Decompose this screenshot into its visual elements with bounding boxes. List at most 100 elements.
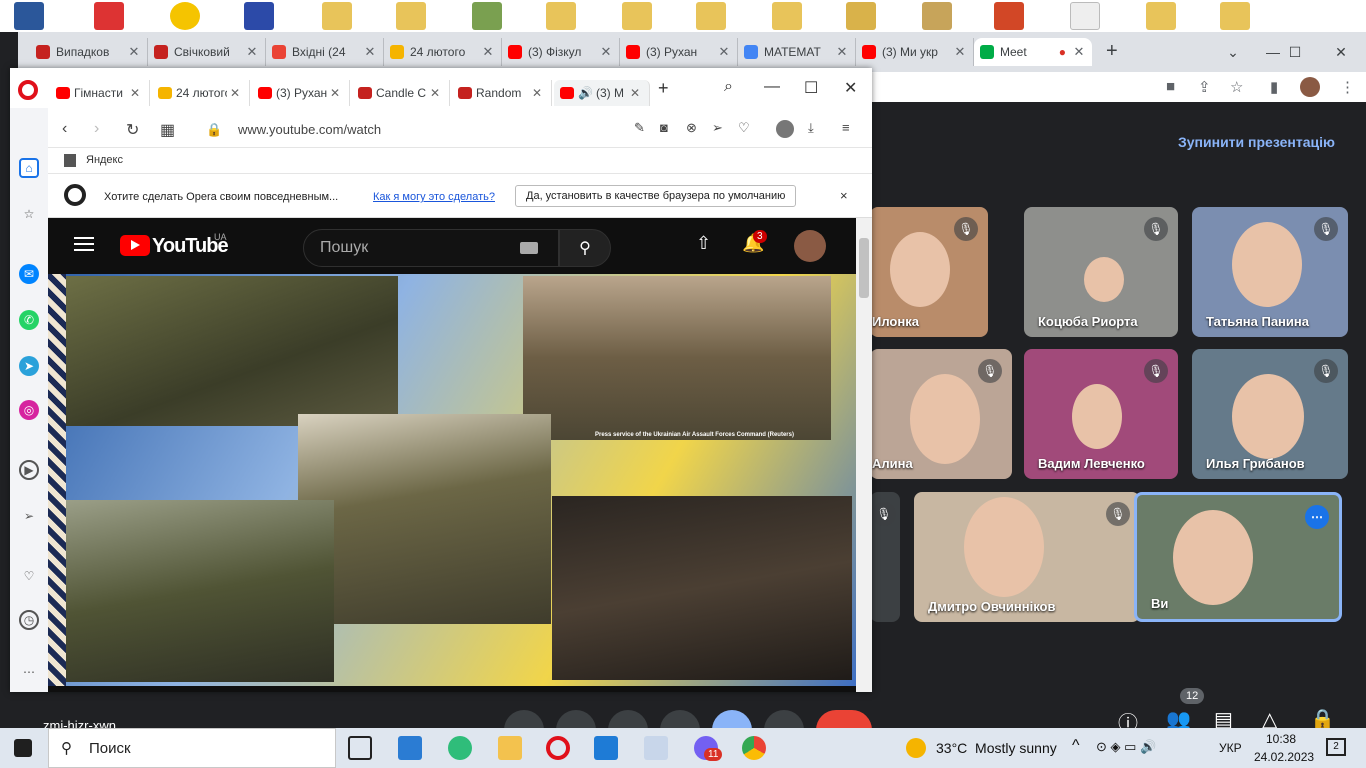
back-icon[interactable]: ‹ (62, 120, 67, 138)
participant-tile[interactable]: 🎙 Коцюба Риорта (1024, 207, 1178, 337)
close-tab-icon[interactable]: ✕ (227, 86, 243, 100)
reload-icon[interactable]: ↻ (126, 120, 139, 140)
profile-icon[interactable] (776, 120, 794, 138)
profile-avatar[interactable] (1300, 77, 1320, 97)
forward-icon[interactable]: › (94, 120, 99, 138)
folder-icon[interactable] (772, 2, 802, 30)
tabs-grid-icon[interactable]: ▦ (160, 120, 175, 140)
close-tab-icon[interactable]: ✕ (427, 86, 443, 100)
close-tab-icon[interactable]: ✕ (717, 44, 731, 60)
participant-tile[interactable]: 🎙 Илонка (870, 207, 988, 337)
new-tab-button[interactable]: + (658, 78, 669, 99)
participant-tile[interactable]: 🎙 Дмитро Овчинніков (914, 492, 1140, 622)
document-icon[interactable] (1070, 2, 1100, 30)
chrome-tab[interactable]: 24 лютого ✕ (384, 38, 502, 66)
folder-icon[interactable] (546, 2, 576, 30)
folder-icon[interactable] (622, 2, 652, 30)
opera-tab-active[interactable]: 🔊 (3) M ✕ (554, 80, 650, 106)
opera-tab[interactable]: 24 лютого ✕ (152, 80, 250, 106)
chrome-tab[interactable]: (3) Фізкул ✕ (502, 38, 620, 66)
windows-start-icon[interactable] (14, 739, 32, 757)
download-icon[interactable]: ⤓ (808, 120, 814, 136)
close-tab-icon[interactable]: ✕ (1072, 44, 1086, 60)
stop-presentation-button[interactable]: Зупинити презентацію (1178, 134, 1335, 150)
clock-time[interactable]: 10:38 (1266, 732, 1296, 746)
video-player[interactable]: Press service of the Ukrainian Air Assau… (48, 274, 856, 686)
weather-text[interactable]: 33°C Mostly sunny (936, 740, 1057, 756)
snapshot-icon[interactable]: ◙ (660, 120, 668, 135)
more-icon[interactable]: ⋯ (19, 662, 39, 682)
close-tab-icon[interactable]: ✕ (481, 44, 495, 60)
folder-icon[interactable] (922, 2, 952, 30)
chrome-tab[interactable]: МАТЕМАТ ✕ (738, 38, 856, 66)
close-tab-icon[interactable]: ✕ (127, 86, 143, 100)
heart-icon[interactable]: ♡ (738, 120, 750, 136)
maximize-button[interactable]: ☐ (1272, 32, 1318, 72)
close-tab-icon[interactable]: ✕ (363, 44, 377, 60)
close-tab-icon[interactable]: ✕ (327, 86, 343, 100)
language-indicator[interactable]: УКР (1219, 741, 1242, 755)
taskbar-search[interactable]: ⚲ Поиск (48, 728, 336, 768)
participant-tile[interactable]: 🎙 Илья Грибанов (1192, 349, 1348, 479)
edit-icon[interactable]: ✎ (634, 120, 645, 136)
close-tab-icon[interactable]: ✕ (245, 44, 259, 60)
star-icon[interactable]: ☆ (1230, 78, 1243, 96)
close-tab-icon[interactable]: ✕ (953, 44, 967, 60)
speed-dial-icon[interactable]: ☆ (19, 204, 39, 224)
folder-icon[interactable] (472, 2, 502, 30)
keyboard-icon[interactable] (520, 242, 538, 254)
easy-setup-icon[interactable]: ≡ (842, 120, 850, 135)
edge-icon[interactable] (448, 736, 472, 760)
telegram-icon[interactable]: ➤ (19, 356, 39, 376)
more-options-icon[interactable]: ⋯ (1305, 505, 1329, 529)
avatar[interactable] (794, 230, 826, 262)
participant-tile[interactable]: 🎙 (870, 492, 900, 622)
set-default-button[interactable]: Да, установить в качестве браузера по ум… (515, 185, 797, 207)
chrome-tab-meet[interactable]: Meet ● ✕ (974, 38, 1092, 66)
folder-icon[interactable] (1220, 2, 1250, 30)
whatsapp-icon[interactable]: ✆ (19, 310, 39, 330)
task-view-icon[interactable] (348, 736, 372, 760)
explorer-icon[interactable] (498, 736, 522, 760)
opera-logo-icon[interactable] (18, 80, 38, 100)
app-icon[interactable] (244, 2, 274, 30)
youtube-logo-icon[interactable] (120, 235, 150, 256)
url-field[interactable]: www.youtube.com/watch (238, 122, 381, 137)
chrome-tab[interactable]: Вхідні (24 ✕ (266, 38, 384, 66)
chrome-tab[interactable]: Випадков ✕ (30, 38, 148, 66)
home-icon[interactable]: ⌂ (19, 158, 39, 178)
sidepanel-icon[interactable]: ▮ (1270, 78, 1278, 96)
participant-tile[interactable]: 🎙 Вадим Левченко (1024, 349, 1178, 479)
minimize-button[interactable]: — (764, 78, 780, 96)
close-window-button[interactable]: ✕ (844, 78, 857, 98)
maximize-button[interactable]: ☐ (804, 78, 818, 98)
share-icon[interactable]: ⇪ (1198, 78, 1211, 96)
search-tabs-icon[interactable]: ⌕ (724, 78, 733, 96)
powerpoint-icon[interactable] (994, 2, 1024, 30)
opera-icon[interactable] (546, 736, 570, 760)
instagram-icon[interactable]: ◎ (19, 400, 39, 420)
close-tab-icon[interactable]: ✕ (529, 86, 545, 100)
opera-tab[interactable]: Candle C ✕ (352, 80, 450, 106)
close-tab-icon[interactable]: ✕ (599, 44, 613, 60)
messenger-icon[interactable]: ✉ (19, 264, 39, 284)
opera-tab[interactable]: (3) Рухан ✕ (252, 80, 350, 106)
tracker-icon[interactable]: ⊗ (686, 120, 697, 136)
hamburger-menu-icon[interactable] (74, 237, 94, 251)
chrome-tab[interactable]: (3) Ми укр ✕ (856, 38, 974, 66)
chrome-icon[interactable] (742, 736, 766, 760)
opera-tab[interactable]: Random ✕ (452, 80, 552, 106)
send-icon[interactable]: ➢ (712, 120, 723, 136)
folder-icon[interactable] (322, 2, 352, 30)
participant-tile[interactable]: 🎙 Алина (870, 349, 1012, 479)
notification-center-icon[interactable]: 2 (1326, 738, 1346, 756)
menu-icon[interactable]: ⋮ (1340, 78, 1355, 96)
participant-tile-self[interactable]: ⋯ Ви (1134, 492, 1342, 622)
word-doc-icon[interactable] (14, 2, 44, 30)
store-icon[interactable] (594, 736, 618, 760)
participant-tile[interactable]: 🎙 Татьяна Панина (1192, 207, 1348, 337)
player-icon[interactable]: ▶ (19, 460, 39, 480)
close-tab-icon[interactable]: ✕ (835, 44, 849, 60)
app-icon[interactable] (170, 2, 200, 30)
folder-icon[interactable] (696, 2, 726, 30)
